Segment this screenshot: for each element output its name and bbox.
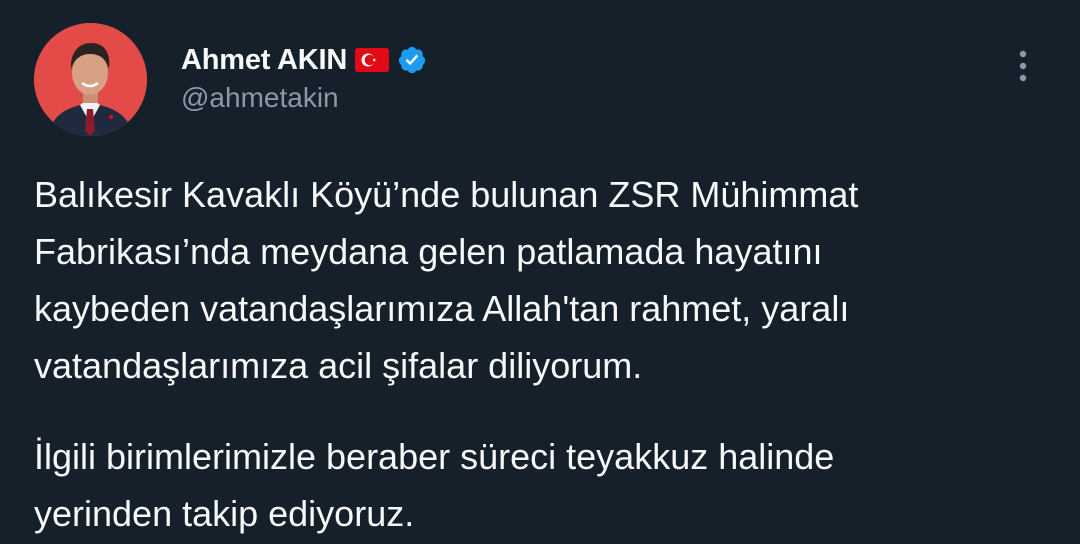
tweet-text-paragraph-2: İlgili birimlerimizle beraber süreci tey… (34, 436, 835, 534)
author-handle[interactable]: @ahmetakin (181, 82, 339, 114)
tweet: Ahmet AKIN @ahmetakin Balıkesir Kavaklı … (0, 0, 1080, 544)
author-display-name[interactable]: Ahmet AKIN (181, 44, 347, 77)
verified-badge-icon (397, 45, 427, 75)
tweet-text-paragraph-1: Balıkesir Kavaklı Köyü’nde bulunan ZSR M… (34, 174, 859, 386)
turkey-flag-icon (355, 48, 390, 72)
more-options-button[interactable] (1006, 48, 1040, 88)
author-name-row: Ahmet AKIN (181, 40, 427, 80)
avatar-portrait (34, 23, 147, 136)
more-vertical-icon (1019, 49, 1027, 88)
avatar[interactable] (34, 23, 147, 136)
